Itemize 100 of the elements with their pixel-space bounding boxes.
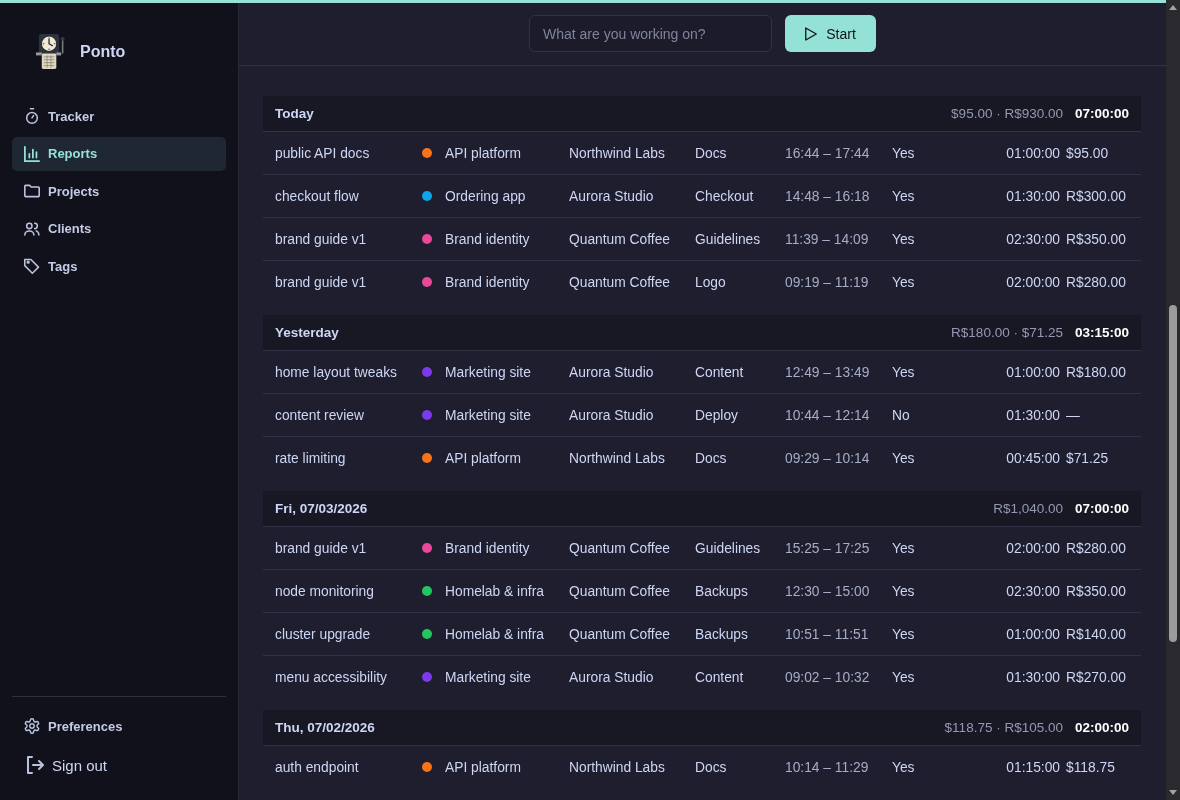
task-name: Docs — [695, 450, 728, 466]
billable-status: Yes — [892, 669, 916, 685]
bar-chart-icon — [24, 145, 40, 162]
billable-status: Yes — [892, 274, 916, 290]
time-clock-icon — [35, 33, 66, 70]
client-name: Quantum Coffee — [569, 626, 671, 642]
day-title: Today — [275, 106, 315, 121]
scrollbar-thumb[interactable] — [1169, 305, 1177, 642]
client-name: Quantum Coffee — [569, 274, 671, 290]
project-name: Marketing site — [445, 364, 531, 380]
project-name: Brand identity — [445, 540, 530, 556]
sign-out-button[interactable]: Sign out — [12, 747, 226, 783]
billable-status: Yes — [892, 364, 916, 380]
amount: R$270.00 — [1065, 669, 1127, 685]
billable-status: Yes — [892, 540, 916, 556]
amount: R$280.00 — [1065, 540, 1127, 556]
entry-description: content review — [275, 407, 365, 423]
stopwatch-icon — [24, 108, 40, 124]
billable-status: Yes — [892, 626, 916, 642]
preferences-link[interactable]: Preferences — [12, 709, 226, 743]
scroll-up-icon[interactable] — [1169, 5, 1177, 10]
project-name: Ordering app — [445, 188, 526, 204]
day-title: Thu, 07/02/2026 — [275, 720, 376, 735]
task-name: Backups — [695, 626, 749, 642]
nav-item[interactable]: Clients — [12, 211, 226, 246]
duration: 02:30:00 — [1006, 583, 1060, 599]
duration: 02:00:00 — [1006, 540, 1060, 556]
entry-description: brand guide v1 — [275, 274, 368, 290]
duration: 02:30:00 — [1006, 231, 1060, 247]
entry-description: node monitoring — [275, 583, 375, 599]
billable-status: Yes — [892, 450, 916, 466]
client-name: Quantum Coffee — [569, 540, 671, 556]
task-name: Checkout — [695, 188, 755, 204]
client-name: Northwind Labs — [569, 450, 666, 466]
amount: R$280.00 — [1065, 274, 1127, 290]
task-name: Guidelines — [695, 231, 762, 247]
time-range: 10:14 – 11:29 — [785, 759, 870, 775]
duration: 01:30:00 — [1006, 188, 1060, 204]
project-name: API platform — [445, 145, 521, 161]
app-name: Ponto — [80, 42, 126, 61]
duration: 01:30:00 — [1006, 407, 1060, 423]
nav-item[interactable]: Tags — [12, 249, 226, 283]
day-total: 03:15:00 — [1074, 325, 1129, 340]
project-name: Homelab & infra — [445, 626, 544, 642]
project-name: Marketing site — [445, 407, 531, 423]
entry-description: brand guide v1 — [275, 231, 368, 247]
time-range: 10:44 – 12:14 — [785, 407, 871, 423]
client-name: Aurora Studio — [569, 669, 655, 685]
amount: R$350.00 — [1065, 583, 1127, 599]
client-name: Quantum Coffee — [569, 231, 671, 247]
day-amounts: $95.00 · R$930.00 — [951, 106, 1063, 121]
client-name: Quantum Coffee — [569, 583, 671, 599]
amount: $71.25 — [1065, 450, 1110, 466]
task-name: Logo — [695, 274, 727, 290]
day-title: Yesterday — [275, 325, 340, 340]
billable-status: Yes — [892, 145, 916, 161]
day-total: 07:00:00 — [1074, 501, 1129, 516]
entry-description: rate limiting — [275, 450, 347, 466]
task-name: Docs — [695, 759, 728, 775]
nav-item[interactable]: Tracker — [12, 99, 226, 133]
task-name: Guidelines — [695, 540, 762, 556]
time-range: 15:25 – 17:25 — [785, 540, 871, 556]
time-range: 09:29 – 10:14 — [785, 450, 871, 466]
amount: $118.75 — [1065, 759, 1116, 775]
project-name: API platform — [445, 450, 521, 466]
nav-item[interactable]: Reports — [12, 136, 226, 171]
entry-description: menu accessibility — [275, 669, 388, 685]
folder-icon — [24, 183, 40, 199]
project-name: Homelab & infra — [445, 583, 544, 599]
day-total: 02:00:00 — [1074, 720, 1129, 735]
entry-description: brand guide v1 — [275, 540, 368, 556]
amount: R$140.00 — [1065, 626, 1127, 642]
duration: 01:30:00 — [1006, 669, 1060, 685]
duration: 01:00:00 — [1006, 364, 1060, 380]
tag-icon — [24, 258, 40, 274]
task-input[interactable]: What are you working on? — [529, 15, 772, 52]
scroll-down-icon[interactable] — [1169, 790, 1177, 795]
duration: 01:15:00 — [1006, 759, 1060, 775]
client-name: Aurora Studio — [569, 407, 655, 423]
day-total: 07:00:00 — [1074, 106, 1129, 121]
start-button[interactable]: Start — [785, 15, 876, 52]
time-range: 14:48 – 16:18 — [785, 188, 871, 204]
entry-description: cluster upgrade — [275, 626, 372, 642]
client-name: Aurora Studio — [569, 364, 655, 380]
project-name: Marketing site — [445, 669, 531, 685]
duration: 01:00:00 — [1006, 626, 1060, 642]
day-title: Fri, 07/03/2026 — [275, 501, 369, 516]
users-icon — [24, 220, 40, 237]
entry-description: public API docs — [275, 145, 371, 161]
scrollbar[interactable] — [1166, 0, 1180, 800]
duration: 00:45:00 — [1006, 450, 1060, 466]
time-range: 10:51 – 11:51 — [785, 626, 870, 642]
task-name: Deploy — [695, 407, 739, 423]
day-amounts: R$1,040.00 — [993, 501, 1063, 516]
nav-item[interactable]: Projects — [12, 174, 226, 208]
task-name: Content — [695, 669, 745, 685]
duration: 01:00:00 — [1006, 145, 1060, 161]
time-range: 09:02 – 10:32 — [785, 669, 871, 685]
billable-status: Yes — [892, 759, 916, 775]
amount: R$300.00 — [1065, 188, 1127, 204]
